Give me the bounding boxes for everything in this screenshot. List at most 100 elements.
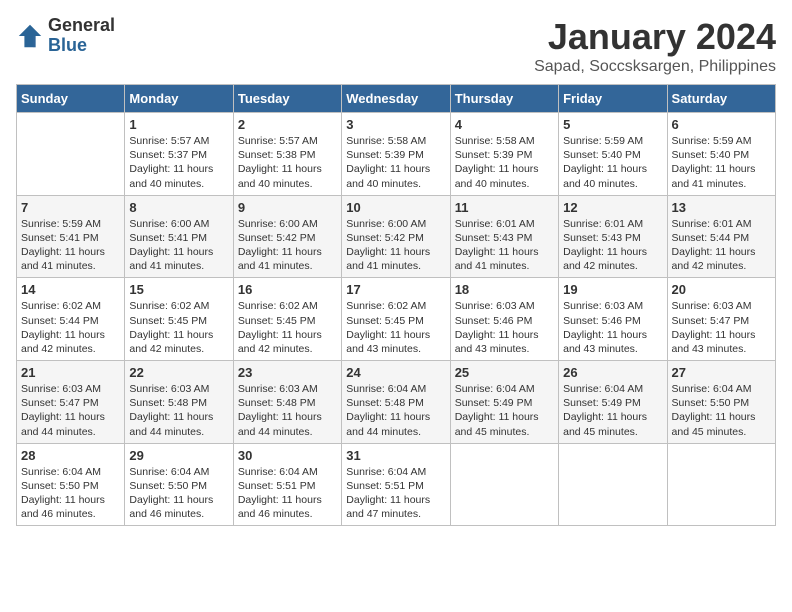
- calendar-cell: 5Sunrise: 5:59 AM Sunset: 5:40 PM Daylig…: [559, 113, 667, 196]
- calendar-cell: [450, 443, 558, 526]
- day-info: Sunrise: 6:00 AM Sunset: 5:42 PM Dayligh…: [238, 217, 337, 274]
- calendar-cell: 24 Sunrise: 6:04 AM Sunset: 5:48 PM Dayli…: [342, 361, 450, 444]
- day-number: 8: [129, 200, 228, 215]
- calendar-cell: 9 Sunrise: 6:00 AM Sunset: 5:42 PM Daylig…: [233, 195, 341, 278]
- logo-blue: Blue: [48, 36, 115, 56]
- day-info: Sunrise: 6:03 AM Sunset: 5:46 PM Dayligh…: [563, 299, 662, 356]
- calendar-cell: 22Sunrise: 6:03 AM Sunset: 5:48 PM Dayli…: [125, 361, 233, 444]
- calendar-week-row: 28 Sunrise: 6:04 AM Sunset: 5:50 PM Dayli…: [17, 443, 776, 526]
- day-info: Sunrise: 6:01 AM Sunset: 5:44 PM Dayligh…: [672, 217, 771, 274]
- logo-icon: [16, 22, 44, 50]
- day-number: 31: [346, 448, 445, 463]
- day-number: 27: [672, 365, 771, 380]
- day-number: 21: [21, 365, 120, 380]
- day-info: Sunrise: 6:01 AM Sunset: 5:43 PM Dayligh…: [563, 217, 662, 274]
- day-number: 20: [672, 282, 771, 297]
- calendar-cell: 19Sunrise: 6:03 AM Sunset: 5:46 PM Dayli…: [559, 278, 667, 361]
- calendar-cell: 10 Sunrise: 6:00 AM Sunset: 5:42 PM Dayli…: [342, 195, 450, 278]
- calendar-cell: 28 Sunrise: 6:04 AM Sunset: 5:50 PM Dayli…: [17, 443, 125, 526]
- calendar-cell: 18 Sunrise: 6:03 AM Sunset: 5:46 PM Dayli…: [450, 278, 558, 361]
- day-number: 23: [238, 365, 337, 380]
- day-info: Sunrise: 6:04 AM Sunset: 5:50 PM Dayligh…: [21, 465, 120, 522]
- logo: General Blue: [16, 16, 115, 56]
- day-info: Sunrise: 5:57 AM Sunset: 5:37 PM Dayligh…: [129, 134, 228, 191]
- weekday-header: Saturday: [667, 85, 775, 113]
- calendar-cell: 17 Sunrise: 6:02 AM Sunset: 5:45 PM Dayli…: [342, 278, 450, 361]
- day-number: 28: [21, 448, 120, 463]
- calendar-week-row: 14 Sunrise: 6:02 AM Sunset: 5:44 PM Dayli…: [17, 278, 776, 361]
- calendar-cell: 29 Sunrise: 6:04 AM Sunset: 5:50 PM Dayli…: [125, 443, 233, 526]
- day-number: 2: [238, 117, 337, 132]
- day-number: 30: [238, 448, 337, 463]
- day-number: 22: [129, 365, 228, 380]
- day-info: Sunrise: 6:02 AM Sunset: 5:44 PM Dayligh…: [21, 299, 120, 356]
- day-info: Sunrise: 6:03 AM Sunset: 5:47 PM Dayligh…: [21, 382, 120, 439]
- day-number: 13: [672, 200, 771, 215]
- weekday-header: Wednesday: [342, 85, 450, 113]
- weekday-header: Monday: [125, 85, 233, 113]
- day-info: Sunrise: 6:04 AM Sunset: 5:50 PM Dayligh…: [129, 465, 228, 522]
- day-number: 18: [455, 282, 554, 297]
- month-title: January 2024: [534, 16, 776, 58]
- calendar-cell: 15 Sunrise: 6:02 AM Sunset: 5:45 PM Dayli…: [125, 278, 233, 361]
- calendar-cell: [667, 443, 775, 526]
- day-info: Sunrise: 6:02 AM Sunset: 5:45 PM Dayligh…: [238, 299, 337, 356]
- calendar-cell: 16 Sunrise: 6:02 AM Sunset: 5:45 PM Dayli…: [233, 278, 341, 361]
- day-number: 25: [455, 365, 554, 380]
- day-info: Sunrise: 6:03 AM Sunset: 5:47 PM Dayligh…: [672, 299, 771, 356]
- day-info: Sunrise: 6:02 AM Sunset: 5:45 PM Dayligh…: [129, 299, 228, 356]
- day-number: 10: [346, 200, 445, 215]
- day-number: 24: [346, 365, 445, 380]
- calendar-cell: 31Sunrise: 6:04 AM Sunset: 5:51 PM Dayli…: [342, 443, 450, 526]
- calendar-week-row: 21 Sunrise: 6:03 AM Sunset: 5:47 PM Dayli…: [17, 361, 776, 444]
- calendar-cell: 7Sunrise: 5:59 AM Sunset: 5:41 PM Daylig…: [17, 195, 125, 278]
- weekday-header: Tuesday: [233, 85, 341, 113]
- calendar-cell: 4 Sunrise: 5:58 AM Sunset: 5:39 PM Daylig…: [450, 113, 558, 196]
- day-info: Sunrise: 6:03 AM Sunset: 5:46 PM Dayligh…: [455, 299, 554, 356]
- calendar-cell: 11 Sunrise: 6:01 AM Sunset: 5:43 PM Dayli…: [450, 195, 558, 278]
- day-info: Sunrise: 5:57 AM Sunset: 5:38 PM Dayligh…: [238, 134, 337, 191]
- weekday-header: Friday: [559, 85, 667, 113]
- day-number: 11: [455, 200, 554, 215]
- calendar-header: SundayMondayTuesdayWednesdayThursdayFrid…: [17, 85, 776, 113]
- day-info: Sunrise: 6:04 AM Sunset: 5:48 PM Dayligh…: [346, 382, 445, 439]
- calendar-cell: 8 Sunrise: 6:00 AM Sunset: 5:41 PM Daylig…: [125, 195, 233, 278]
- day-number: 15: [129, 282, 228, 297]
- day-number: 3: [346, 117, 445, 132]
- day-number: 5: [563, 117, 662, 132]
- day-number: 16: [238, 282, 337, 297]
- calendar-cell: 6 Sunrise: 5:59 AM Sunset: 5:40 PM Daylig…: [667, 113, 775, 196]
- calendar-cell: 23Sunrise: 6:03 AM Sunset: 5:48 PM Dayli…: [233, 361, 341, 444]
- calendar-cell: 12 Sunrise: 6:01 AM Sunset: 5:43 PM Dayli…: [559, 195, 667, 278]
- calendar-cell: 27 Sunrise: 6:04 AM Sunset: 5:50 PM Dayli…: [667, 361, 775, 444]
- day-number: 17: [346, 282, 445, 297]
- calendar-cell: 25 Sunrise: 6:04 AM Sunset: 5:49 PM Dayli…: [450, 361, 558, 444]
- calendar-cell: 2 Sunrise: 5:57 AM Sunset: 5:38 PM Daylig…: [233, 113, 341, 196]
- day-info: Sunrise: 6:04 AM Sunset: 5:50 PM Dayligh…: [672, 382, 771, 439]
- day-number: 29: [129, 448, 228, 463]
- calendar-cell: 3Sunrise: 5:58 AM Sunset: 5:39 PM Daylig…: [342, 113, 450, 196]
- day-info: Sunrise: 6:04 AM Sunset: 5:49 PM Dayligh…: [455, 382, 554, 439]
- logo-text: General Blue: [48, 16, 115, 56]
- weekday-row: SundayMondayTuesdayWednesdayThursdayFrid…: [17, 85, 776, 113]
- calendar-week-row: 1Sunrise: 5:57 AM Sunset: 5:37 PM Daylig…: [17, 113, 776, 196]
- day-info: Sunrise: 6:01 AM Sunset: 5:43 PM Dayligh…: [455, 217, 554, 274]
- day-number: 6: [672, 117, 771, 132]
- day-info: Sunrise: 5:58 AM Sunset: 5:39 PM Dayligh…: [455, 134, 554, 191]
- day-number: 12: [563, 200, 662, 215]
- day-number: 26: [563, 365, 662, 380]
- day-number: 7: [21, 200, 120, 215]
- calendar-cell: 21 Sunrise: 6:03 AM Sunset: 5:47 PM Dayli…: [17, 361, 125, 444]
- day-info: Sunrise: 5:59 AM Sunset: 5:40 PM Dayligh…: [672, 134, 771, 191]
- logo-general: General: [48, 16, 115, 36]
- day-number: 9: [238, 200, 337, 215]
- day-info: Sunrise: 6:04 AM Sunset: 5:51 PM Dayligh…: [238, 465, 337, 522]
- day-info: Sunrise: 6:00 AM Sunset: 5:42 PM Dayligh…: [346, 217, 445, 274]
- day-number: 4: [455, 117, 554, 132]
- day-info: Sunrise: 6:00 AM Sunset: 5:41 PM Dayligh…: [129, 217, 228, 274]
- calendar-body: 1Sunrise: 5:57 AM Sunset: 5:37 PM Daylig…: [17, 113, 776, 526]
- day-number: 14: [21, 282, 120, 297]
- day-info: Sunrise: 6:02 AM Sunset: 5:45 PM Dayligh…: [346, 299, 445, 356]
- calendar-cell: 1Sunrise: 5:57 AM Sunset: 5:37 PM Daylig…: [125, 113, 233, 196]
- calendar-cell: [559, 443, 667, 526]
